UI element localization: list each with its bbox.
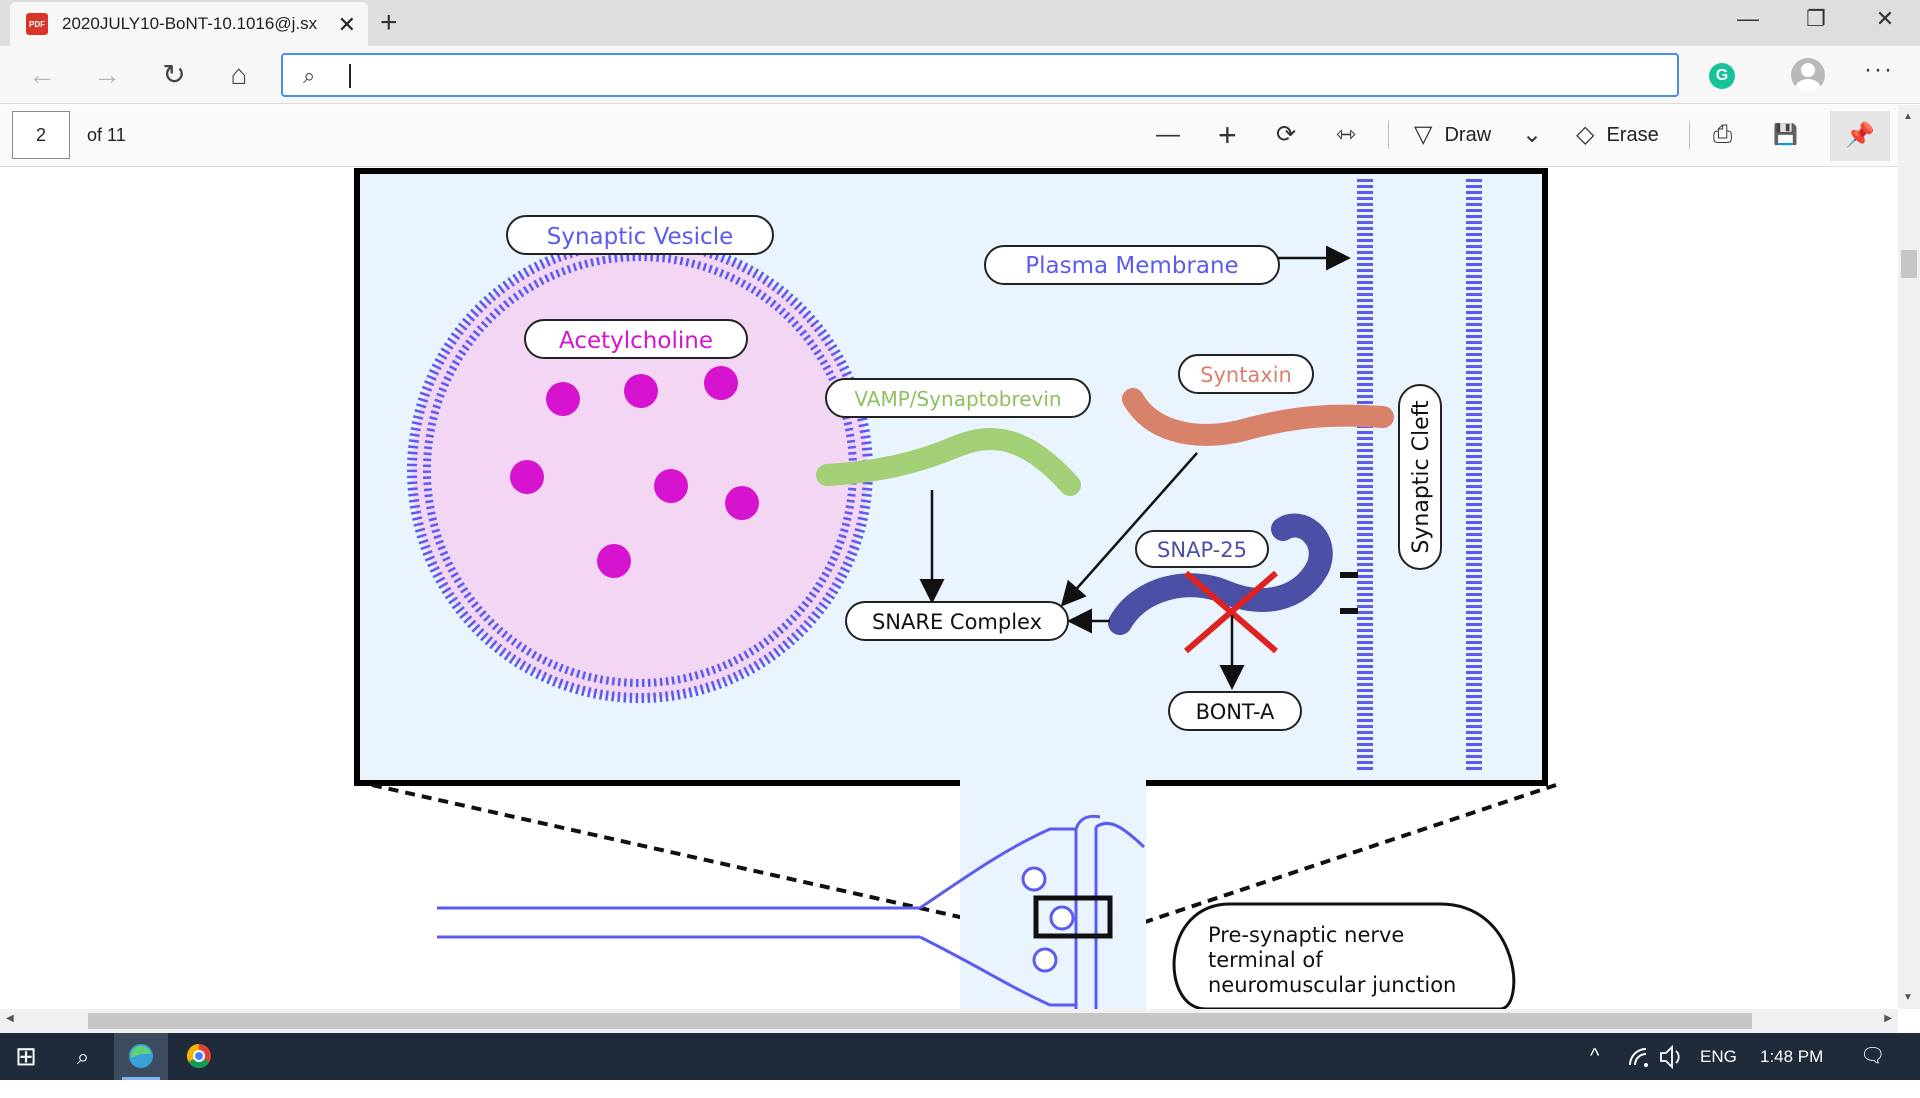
vertical-scrollbar[interactable]: ▲ ▼ <box>1898 105 1920 1009</box>
scroll-right-icon[interactable]: ▶ <box>1884 1013 1892 1024</box>
svg-text:Syntaxin: Syntaxin <box>1200 363 1292 387</box>
svg-text:SNARE Complex: SNARE Complex <box>872 610 1042 634</box>
print-button[interactable]: ⎙ <box>1713 117 1732 153</box>
acetylcholine-molecule <box>510 460 544 494</box>
search-icon: ⌕ <box>303 63 316 88</box>
svg-text:SNAP-25: SNAP-25 <box>1157 538 1247 562</box>
erase-button[interactable]: ◇ Erase <box>1576 117 1659 153</box>
toolbar-divider <box>1689 121 1690 149</box>
pin-toolbar-button[interactable]: 📌 <box>1830 111 1890 161</box>
syntaxin-label: Syntaxin <box>1178 354 1314 394</box>
terminal-label: Pre-synaptic nerve terminal of neuromusc… <box>1172 902 1516 1009</box>
svg-text:Synaptic Cleft: Synaptic Cleft <box>1409 400 1434 554</box>
toolbar-divider <box>1388 121 1389 149</box>
erase-label: Erase <box>1606 124 1659 146</box>
scroll-up-icon[interactable]: ▲ <box>1903 111 1913 122</box>
svg-text:Pre-synaptic nerve: Pre-synaptic nerve <box>1208 923 1404 947</box>
svg-text:Plasma Membrane: Plasma Membrane <box>1025 253 1238 279</box>
windows-taskbar: ⊞ ⌕ ^ ENG 1:48 PM 🗨 <box>0 1033 1920 1080</box>
save-button[interactable]: 💾 <box>1773 117 1798 153</box>
eraser-icon: ◇ <box>1576 121 1595 148</box>
forward-button[interactable]: → <box>90 58 124 92</box>
home-button[interactable]: ⌂ <box>222 58 256 92</box>
vertical-scroll-thumb[interactable] <box>1901 250 1917 278</box>
draw-dropdown-button[interactable]: ⌄ <box>1522 117 1542 153</box>
pdf-icon: PDF <box>26 13 48 35</box>
restore-button[interactable]: ❐ <box>1786 4 1846 34</box>
new-tab-button[interactable]: + <box>380 6 398 40</box>
scroll-left-icon[interactable]: ◀ <box>6 1013 14 1024</box>
volume-icon[interactable] <box>1658 1033 1684 1080</box>
pdf-document-view[interactable]: Synaptic Vesicle Acetylcholine Plasma Me… <box>0 167 1898 1009</box>
taskbar-search-button[interactable]: ⌕ <box>56 1033 110 1080</box>
synaptic-vesicle-label: Synaptic Vesicle <box>506 215 774 255</box>
svg-text:BONT-A: BONT-A <box>1196 700 1275 724</box>
pdf-toolbar: 2 of 11 — + ⟳ ⇿ ▽ Draw ⌄ ◇ Erase ⎙ 💾 📌 <box>0 105 1898 167</box>
start-button[interactable]: ⊞ <box>0 1033 52 1080</box>
plasma-membrane-label: Plasma Membrane <box>984 245 1280 285</box>
network-icon[interactable] <box>1626 1033 1650 1080</box>
acetylcholine-molecule <box>725 486 759 520</box>
zoom-in-button[interactable]: + <box>1218 117 1237 153</box>
navigation-bar: ← → ↻ ⌂ ⌕ G ··· <box>0 46 1920 104</box>
svg-text:VAMP/Synaptobrevin: VAMP/Synaptobrevin <box>854 387 1061 411</box>
acetylcholine-label: Acetylcholine <box>524 319 748 359</box>
profile-avatar[interactable] <box>1791 58 1825 92</box>
vamp-label: VAMP/Synaptobrevin <box>825 378 1091 418</box>
close-tab-icon[interactable]: ✕ <box>338 12 356 38</box>
draw-button[interactable]: ▽ Draw <box>1414 117 1491 153</box>
acetylcholine-molecule <box>597 544 631 578</box>
acetylcholine-molecule <box>704 366 738 400</box>
snare-complex-label: SNARE Complex <box>845 601 1069 641</box>
refresh-button[interactable]: ↻ <box>157 58 191 92</box>
page-count: of 11 <box>87 125 126 145</box>
draw-label: Draw <box>1444 124 1492 146</box>
scroll-down-icon[interactable]: ▼ <box>1903 992 1913 1003</box>
horizontal-scrollbar[interactable]: ◀ ▶ <box>0 1009 1898 1033</box>
grammarly-extension-icon[interactable]: G <box>1709 63 1735 89</box>
notifications-icon[interactable]: 🗨 <box>1860 1033 1885 1080</box>
show-hidden-icons-button[interactable]: ^ <box>1590 1033 1599 1080</box>
close-window-button[interactable]: ✕ <box>1855 4 1915 34</box>
back-button[interactable]: ← <box>25 58 59 92</box>
acetylcholine-molecule <box>624 374 658 408</box>
text-cursor <box>349 64 351 88</box>
draw-icon: ▽ <box>1414 121 1433 148</box>
address-bar[interactable]: ⌕ <box>281 53 1679 97</box>
tab-title: 2020JULY10-BoNT-10.1016@j.sx <box>62 14 318 33</box>
zoom-line-left <box>371 783 1041 937</box>
bont-a-label: BONT-A <box>1168 691 1302 731</box>
edge-icon <box>129 1044 153 1068</box>
svg-text:neuromuscular junction: neuromuscular junction <box>1208 973 1456 997</box>
horizontal-scroll-thumb[interactable] <box>88 1013 1752 1029</box>
svg-text:Acetylcholine: Acetylcholine <box>559 328 713 354</box>
snare-diagram-figure: Synaptic Vesicle Acetylcholine Plasma Me… <box>354 168 1557 1009</box>
more-menu-button[interactable]: ··· <box>1864 56 1894 84</box>
svg-text:terminal of: terminal of <box>1208 948 1323 972</box>
synaptic-cleft-label: Synaptic Cleft <box>1398 384 1442 570</box>
minimize-button[interactable]: — <box>1718 4 1778 34</box>
taskbar-chrome-app[interactable] <box>172 1033 226 1080</box>
acetylcholine-molecule <box>546 382 580 416</box>
page-number-input[interactable]: 2 <box>12 111 70 159</box>
title-bar: PDF 2020JULY10-BoNT-10.1016@j.sx ✕ + — ❐… <box>0 0 1920 46</box>
taskbar-edge-app[interactable] <box>114 1033 168 1080</box>
rotate-button[interactable]: ⟳ <box>1276 117 1296 153</box>
chrome-icon <box>186 1044 211 1069</box>
browser-tab[interactable]: PDF 2020JULY10-BoNT-10.1016@j.sx ✕ <box>10 2 368 46</box>
clock[interactable]: 1:48 PM <box>1760 1033 1823 1080</box>
fit-page-button[interactable]: ⇿ <box>1336 117 1356 153</box>
zoom-out-button[interactable]: — <box>1156 117 1180 153</box>
svg-text:Synaptic Vesicle: Synaptic Vesicle <box>547 224 734 250</box>
language-indicator[interactable]: ENG <box>1700 1033 1737 1080</box>
acetylcholine-molecule <box>654 469 688 503</box>
snap25-label: SNAP-25 <box>1135 530 1269 568</box>
